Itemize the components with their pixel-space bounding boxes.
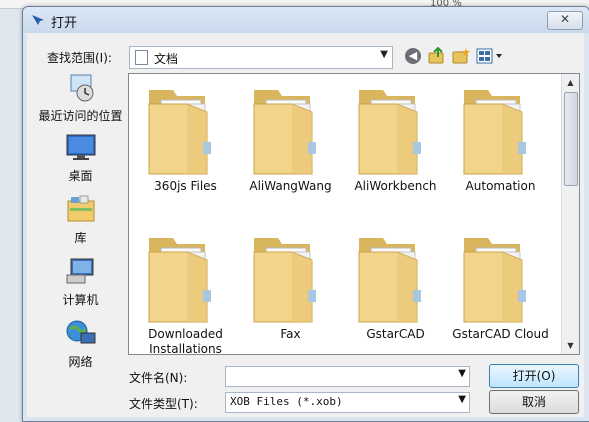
place-computer[interactable]: 计算机 xyxy=(33,255,128,308)
folder-item[interactable]: AliWangWang xyxy=(238,74,343,214)
chevron-down-icon: ▼ xyxy=(380,49,388,60)
recent-places-icon xyxy=(70,74,93,102)
place-label: 最近访问的位置 xyxy=(38,109,123,123)
dialog-title: 打开 xyxy=(51,16,78,31)
folder-item[interactable]: GstarCAD xyxy=(343,222,448,354)
views-menu-icon[interactable] xyxy=(476,47,506,65)
folder-name: GstarCAD Cloud xyxy=(452,327,549,341)
libraries-icon xyxy=(67,195,94,222)
folder-name: AliWorkbench xyxy=(354,179,437,193)
desktop-icon xyxy=(66,134,95,160)
folder-name: Fax xyxy=(280,327,301,341)
place-label: 库 xyxy=(74,231,87,245)
open-dialog: 打开 ✕ 查找范围(I): 文档 ▼ ◀ 最近访问的位置 桌面 库 计算机 网络… xyxy=(22,6,589,422)
folder-item[interactable]: 360js Files xyxy=(133,74,238,214)
folder-item[interactable]: Downloaded Installations xyxy=(133,222,238,355)
place-libraries[interactable]: 库 xyxy=(33,193,128,246)
look-in-value: 文档 xyxy=(154,52,179,66)
place-label: 网络 xyxy=(68,355,93,369)
folder-icon xyxy=(358,90,421,175)
file-type-value: XOB Files (*.xob) xyxy=(230,395,343,408)
cancel-button[interactable]: 取消 xyxy=(489,390,579,414)
scroll-up-icon[interactable]: ▲ xyxy=(562,74,579,91)
look-in-label: 查找范围(I): xyxy=(47,51,112,65)
file-list[interactable]: 360js Files AliWangWang AliWorkbench Automa… xyxy=(128,73,580,355)
dialog-content: 查找范围(I): 文档 ▼ ◀ 最近访问的位置 桌面 库 计算机 网络 360j… xyxy=(27,33,584,417)
folder-item[interactable]: Automation xyxy=(448,74,553,214)
folder-icon xyxy=(358,238,421,323)
app-icon xyxy=(32,15,44,25)
look-in-dropdown[interactable]: 文档 ▼ xyxy=(129,46,393,69)
folder-icon xyxy=(463,90,526,175)
folder-icon xyxy=(148,90,211,175)
folder-name: 360js Files xyxy=(154,179,217,193)
folder-icon xyxy=(253,238,316,323)
folder-item[interactable]: GstarCAD Cloud xyxy=(448,222,553,354)
place-recent[interactable]: 最近访问的位置 xyxy=(33,71,128,124)
place-label: 计算机 xyxy=(62,293,99,307)
file-type-label: 文件类型(T): xyxy=(129,397,198,411)
vertical-scrollbar[interactable]: ▲ ▼ xyxy=(561,74,579,354)
folder-icon xyxy=(253,90,316,175)
computer-icon xyxy=(66,258,93,284)
documents-icon xyxy=(135,50,148,65)
folder-name: Downloaded Installations xyxy=(148,327,223,355)
new-folder-icon[interactable] xyxy=(452,47,470,65)
scrollbar-thumb[interactable] xyxy=(564,92,578,186)
file-items: 360js Files AliWangWang AliWorkbench Automa… xyxy=(129,74,562,354)
file-name-input[interactable]: ▼ xyxy=(225,366,470,387)
close-button[interactable]: ✕ xyxy=(547,11,583,30)
place-label: 桌面 xyxy=(68,169,93,183)
up-folder-icon[interactable] xyxy=(428,47,446,65)
folder-name: Automation xyxy=(465,179,536,193)
folder-name: AliWangWang xyxy=(249,179,332,193)
place-network[interactable]: 网络 xyxy=(33,317,128,370)
back-arrow-icon[interactable]: ◀ xyxy=(405,48,421,64)
places-bar: 最近访问的位置 桌面 库 计算机 网络 xyxy=(33,71,128,369)
chevron-down-icon[interactable]: ▼ xyxy=(458,368,466,379)
chevron-down-icon: ▼ xyxy=(458,394,466,405)
folder-item[interactable]: Fax xyxy=(238,222,343,354)
file-name-label: 文件名(N): xyxy=(129,371,188,385)
scroll-down-icon[interactable]: ▼ xyxy=(562,337,579,354)
folder-icon xyxy=(463,238,526,323)
folder-item[interactable]: AliWorkbench xyxy=(343,74,448,214)
place-desktop[interactable]: 桌面 xyxy=(33,131,128,184)
folder-name: GstarCAD xyxy=(366,327,425,341)
open-button[interactable]: 打开(O) xyxy=(489,364,579,388)
title-bar: 打开 ✕ xyxy=(23,7,589,33)
folder-icon xyxy=(148,238,211,323)
network-icon xyxy=(66,320,95,344)
file-type-dropdown[interactable]: XOB Files (*.xob) ▼ xyxy=(225,392,470,413)
